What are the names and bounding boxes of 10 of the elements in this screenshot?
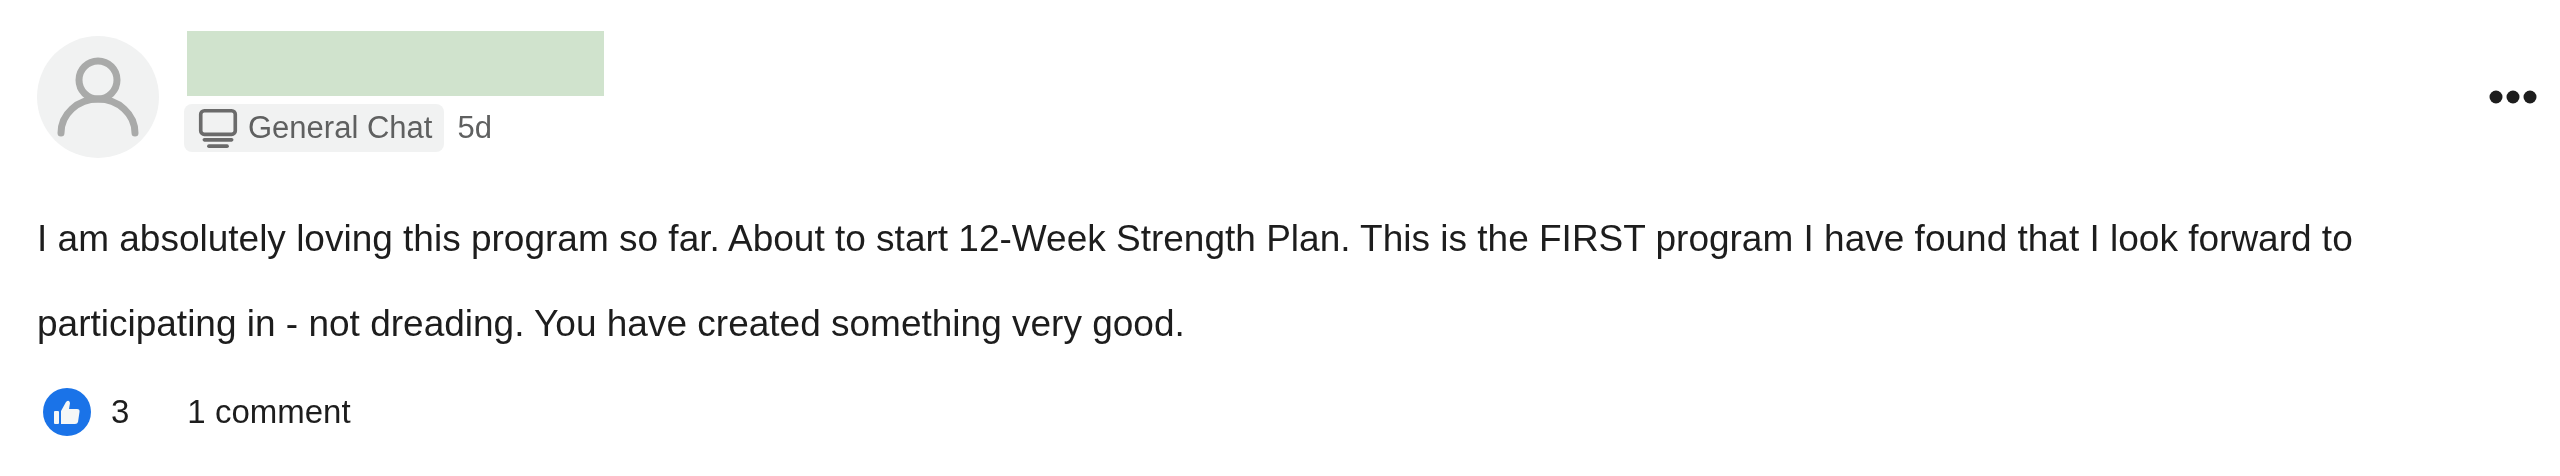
monitor-icon [198,108,238,148]
post-body: I am absolutely loving this program so far. About to start 12-Week Strength Plan. This is the FIRST program I have found that I look forward to participating in - not dreading. You have created something very good. [37,217,2354,346]
channel-tag[interactable]: General Chat [184,104,445,152]
thumbs-up-icon[interactable] [43,388,91,436]
avatar-icon [37,36,159,158]
like-count: 3 [111,393,130,431]
comments-link[interactable]: 1 comment [187,393,351,431]
post-time: 5d [457,110,492,146]
more-options-icon[interactable] [2489,89,2537,105]
channel-name: General Chat [248,110,433,146]
